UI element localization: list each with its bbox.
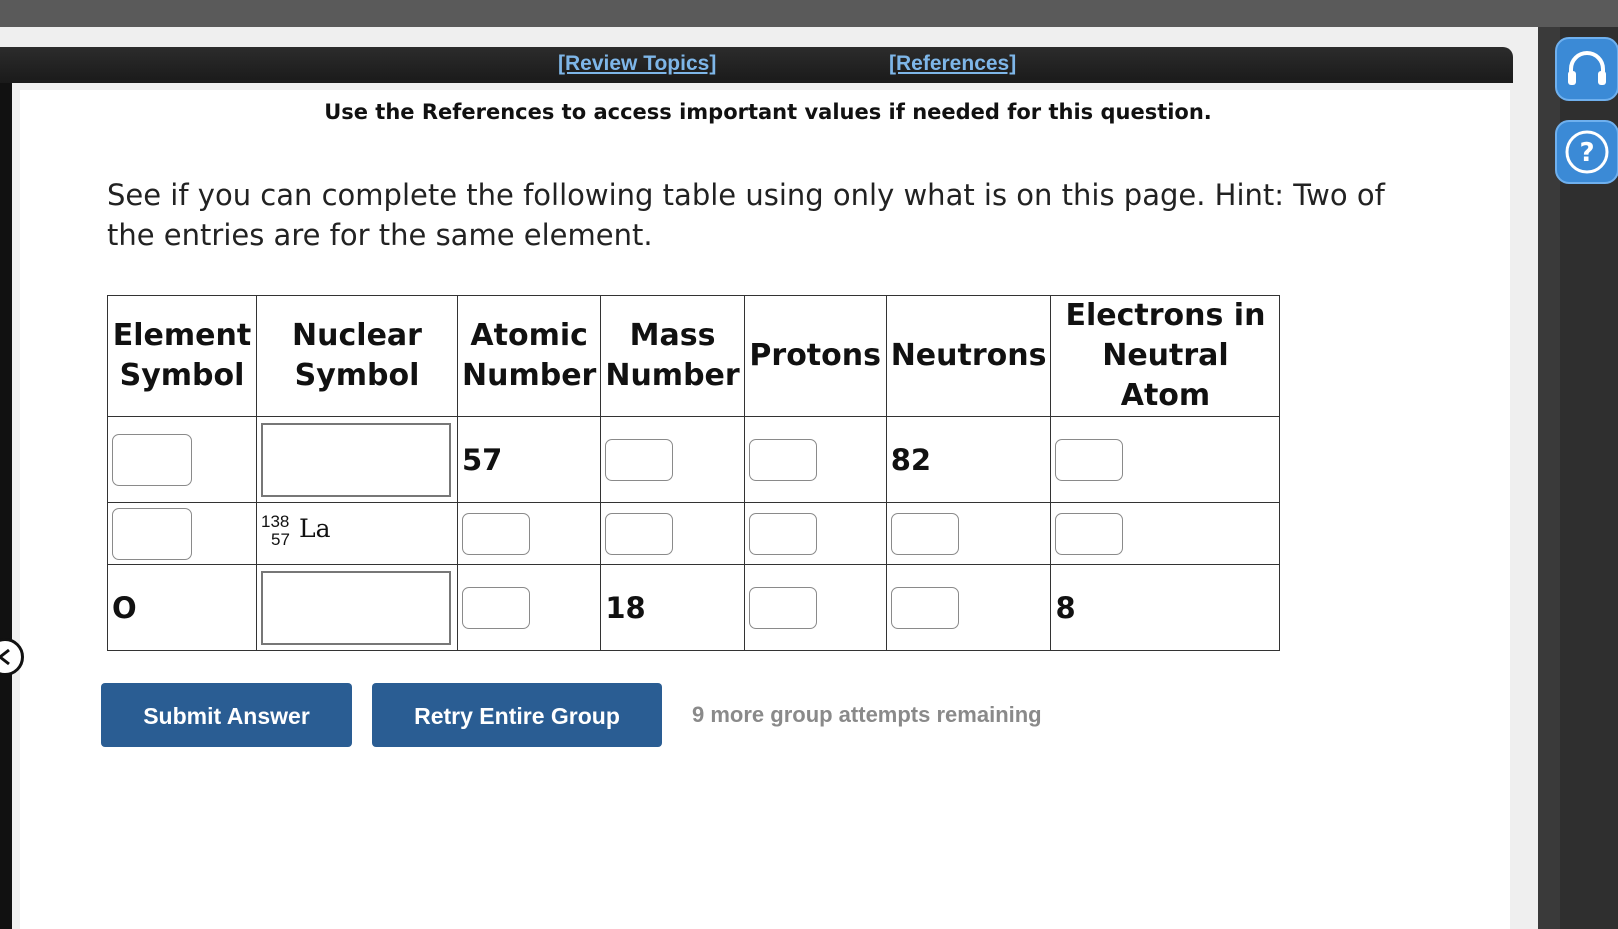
atomic-number-input[interactable] (462, 512, 530, 555)
review-topics-link[interactable]: [Review Topics] (558, 52, 716, 76)
nuclide-atomic-number: 57 (271, 530, 290, 549)
cell-nuclear-symbol: 138 57 La (256, 502, 458, 565)
cell-neutrons: 82 (885, 416, 1052, 503)
table-header-row: Element Symbol Nuclear Symbol Atomic Num… (107, 295, 1281, 417)
nuclide-element-symbol: La (299, 514, 331, 543)
left-edge-bar (0, 83, 12, 929)
table-row: 57 82 (107, 416, 1281, 503)
header-mass-number: Mass Number (600, 295, 745, 417)
headset-icon[interactable] (1555, 37, 1618, 101)
browser-top-bar (0, 0, 1618, 27)
chevron-left-icon[interactable] (0, 638, 24, 676)
retry-entire-group-button[interactable]: Retry Entire Group (372, 683, 662, 747)
cell-electrons (1050, 416, 1281, 503)
header-nuclear-symbol: Nuclear Symbol (256, 295, 458, 417)
isotope-table: Element Symbol Nuclear Symbol Atomic Num… (107, 295, 1281, 651)
question-text: See if you can complete the following ta… (107, 178, 1385, 252)
cell-element-symbol (107, 416, 257, 503)
mass-number-input[interactable] (605, 438, 674, 481)
references-link[interactable]: [References] (889, 52, 1016, 76)
cell-element-symbol: O (107, 564, 257, 651)
question-icon[interactable]: ? (1555, 120, 1618, 184)
neutrons-input[interactable] (890, 512, 959, 555)
header-neutrons: Neutrons (885, 295, 1052, 417)
mass-number-input[interactable] (605, 512, 674, 555)
protons-input[interactable] (748, 438, 817, 481)
cell-mass-number (600, 502, 745, 565)
atomic-number-input[interactable] (462, 586, 530, 629)
submit-answer-button[interactable]: Submit Answer (101, 683, 352, 747)
table-row: 138 57 La (107, 502, 1281, 565)
attempts-remaining: 9 more group attempts remaining (692, 702, 1042, 727)
nuclear-symbol-input[interactable] (261, 570, 451, 645)
cell-electrons: 8 (1050, 564, 1281, 651)
svg-text:?: ? (1579, 138, 1594, 168)
electrons-input[interactable] (1055, 512, 1124, 555)
neutrons-input[interactable] (890, 586, 959, 629)
header-electrons: Electrons in Neutral Atom (1050, 295, 1281, 417)
header-protons: Protons (743, 295, 887, 417)
cell-protons (743, 564, 887, 651)
cell-protons (743, 416, 887, 503)
nuclide-mass-number: 138 (261, 512, 290, 531)
cell-mass-number (600, 416, 745, 503)
cell-atomic-number (456, 502, 602, 565)
reference-note: Use the References to access important v… (324, 100, 1212, 124)
electrons-input[interactable] (1055, 438, 1124, 481)
element-symbol-input[interactable] (112, 507, 192, 560)
cell-electrons (1050, 502, 1281, 565)
protons-input[interactable] (748, 586, 817, 629)
cell-neutrons (885, 502, 1052, 565)
nuclear-symbol: 138 57 La (261, 510, 341, 550)
nuclear-symbol-input[interactable] (261, 422, 451, 497)
cell-atomic-number: 57 (456, 416, 602, 503)
element-symbol-input[interactable] (112, 433, 192, 486)
cell-atomic-number (456, 564, 602, 651)
cell-nuclear-symbol (256, 416, 458, 503)
header-bar (0, 47, 1513, 83)
table-row: O 18 8 (107, 564, 1281, 651)
cell-neutrons (885, 564, 1052, 651)
header-element-symbol: Element Symbol (107, 295, 257, 417)
cell-nuclear-symbol (256, 564, 458, 651)
protons-input[interactable] (748, 512, 817, 555)
cell-mass-number: 18 (600, 564, 745, 651)
cell-protons (743, 502, 887, 565)
cell-element-symbol (107, 502, 257, 565)
header-atomic-number: Atomic Number (456, 295, 602, 417)
